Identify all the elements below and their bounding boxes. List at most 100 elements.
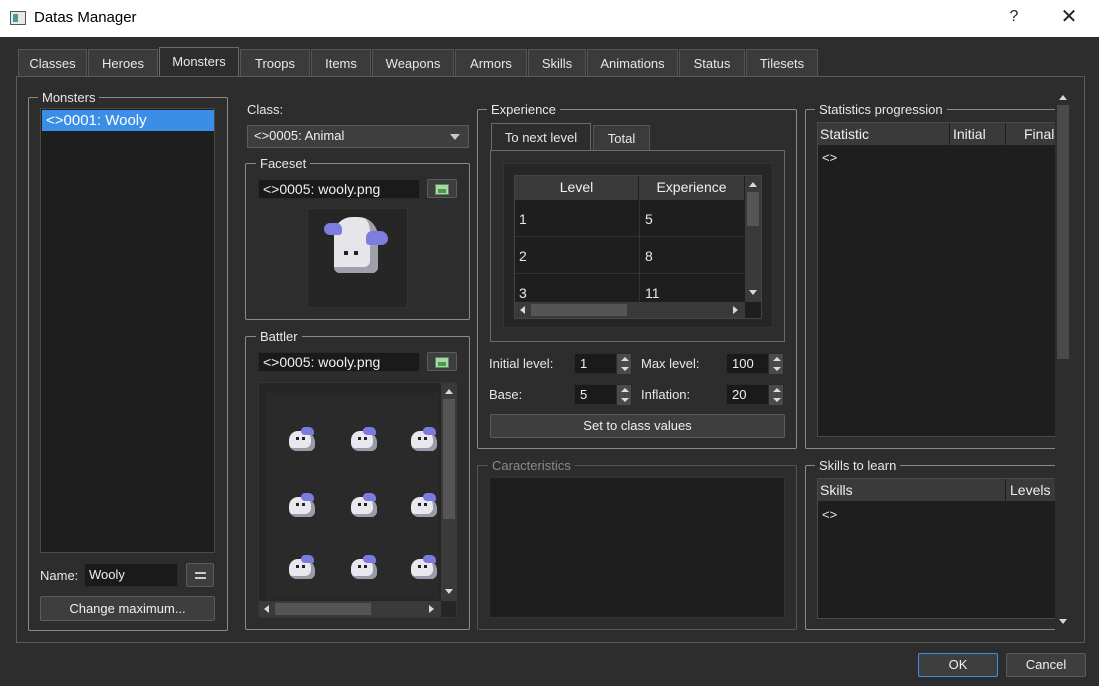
tab-tilesets[interactable]: Tilesets <box>746 49 818 76</box>
level-cell: 3 <box>519 285 527 301</box>
tab-heroes[interactable]: Heroes <box>88 49 158 76</box>
scroll-thumb[interactable] <box>747 192 759 226</box>
tab-skills[interactable]: Skills <box>528 49 586 76</box>
initial-level-label: Initial level: <box>489 356 554 371</box>
translate-icon <box>195 572 206 579</box>
battler-sprite <box>347 489 381 519</box>
column-header-initial[interactable]: Initial <box>950 123 1006 145</box>
monsters-list[interactable]: <>0001: Wooly <box>40 108 215 553</box>
spin-down-icon[interactable] <box>768 395 783 405</box>
close-button[interactable]: ✕ <box>1058 5 1080 29</box>
scroll-down-icon[interactable] <box>1059 619 1067 624</box>
tab-armors[interactable]: Armors <box>455 49 527 76</box>
tab-troops[interactable]: Troops <box>240 49 310 76</box>
tab-to-next-level[interactable]: To next level <box>491 123 591 151</box>
battler-title: Battler <box>256 329 302 344</box>
inflation-spinbox[interactable]: 20 <box>726 384 784 405</box>
column-header-statistic[interactable]: Statistic <box>818 123 950 145</box>
battler-vscroll[interactable] <box>441 383 457 601</box>
column-header-levels[interactable]: Levels <box>1006 479 1056 501</box>
scroll-left-icon[interactable] <box>264 605 269 613</box>
base-spinbox[interactable]: 5 <box>574 384 632 405</box>
base-value: 5 <box>580 387 588 402</box>
table-row[interactable]: 3 11 <box>515 274 745 302</box>
scroll-up-icon[interactable] <box>749 182 757 187</box>
tab-classes[interactable]: Classes <box>18 49 87 76</box>
ok-button[interactable]: OK <box>918 653 998 677</box>
battler-sprite <box>407 423 439 453</box>
translate-button[interactable] <box>186 563 214 587</box>
statistics-title: Statistics progression <box>815 102 947 117</box>
column-header-level[interactable]: Level <box>515 176 639 200</box>
table-row[interactable]: <> <box>822 507 837 522</box>
table-row[interactable]: 2 8 <box>515 237 745 274</box>
window-title: Datas Manager <box>34 9 137 26</box>
change-maximum-button[interactable]: Change maximum... <box>40 596 215 621</box>
table-row[interactable]: <> <box>822 150 837 165</box>
set-class-values-button[interactable]: Set to class values <box>490 414 785 438</box>
spin-up-icon[interactable] <box>616 354 631 364</box>
max-level-value: 100 <box>732 356 754 371</box>
battler-sprite <box>285 423 319 453</box>
initial-level-spinbox[interactable]: 1 <box>574 353 632 374</box>
column-header-final[interactable]: Final <box>1006 123 1056 145</box>
statistics-table[interactable]: Statistic Initial Final <> <box>817 122 1056 437</box>
scroll-right-icon[interactable] <box>429 605 434 613</box>
column-header-experience[interactable]: Experience <box>639 176 745 200</box>
scroll-down-icon[interactable] <box>445 589 453 594</box>
scroll-thumb[interactable] <box>275 603 371 615</box>
tab-status[interactable]: Status <box>679 49 745 76</box>
name-label: Name: <box>40 568 79 583</box>
scroll-left-icon[interactable] <box>520 306 525 314</box>
spin-down-icon[interactable] <box>768 364 783 374</box>
faceset-picker-button[interactable] <box>427 179 457 198</box>
image-icon <box>435 357 449 368</box>
monsters-group-title: Monsters <box>38 90 100 105</box>
scroll-down-icon[interactable] <box>749 290 757 295</box>
inflation-value: 20 <box>732 387 747 402</box>
max-level-spinbox[interactable]: 100 <box>726 353 784 374</box>
battler-sprite <box>285 489 319 519</box>
name-input[interactable]: Wooly <box>84 563 178 587</box>
experience-table[interactable]: Level Experience 1 5 2 8 3 11 <box>514 175 762 319</box>
scroll-right-icon[interactable] <box>733 306 738 314</box>
scroll-up-icon[interactable] <box>445 389 453 394</box>
scroll-thumb[interactable] <box>531 304 627 316</box>
tab-total[interactable]: Total <box>593 125 650 151</box>
main-vscroll[interactable] <box>1055 89 1071 631</box>
table-row[interactable]: 1 5 <box>515 200 745 237</box>
chevron-down-icon <box>450 134 460 140</box>
tab-monsters[interactable]: Monsters <box>159 47 239 77</box>
column-header-skills[interactable]: Skills <box>818 479 1006 501</box>
scroll-thumb[interactable] <box>1057 105 1069 359</box>
faceset-file[interactable]: <>0005: wooly.png <box>258 179 420 199</box>
level-cell: 1 <box>519 211 527 227</box>
scroll-thumb[interactable] <box>443 399 455 519</box>
battler-picker-button[interactable] <box>427 352 457 371</box>
spin-down-icon[interactable] <box>616 395 631 405</box>
battler-sprite <box>407 489 439 519</box>
cancel-button[interactable]: Cancel <box>1006 653 1086 677</box>
image-icon <box>435 184 449 195</box>
skills-table[interactable]: Skills Levels <> <box>817 478 1056 619</box>
battler-sprite <box>347 423 381 453</box>
battler-hscroll[interactable] <box>259 601 441 617</box>
experience-vscroll[interactable] <box>745 176 761 302</box>
class-select[interactable]: <>0005: Animal <box>247 125 469 148</box>
base-label: Base: <box>489 387 523 402</box>
tab-animations[interactable]: Animations <box>587 49 678 76</box>
help-button[interactable]: ? <box>1006 8 1022 26</box>
tab-items[interactable]: Items <box>311 49 371 76</box>
battler-sprite <box>347 551 381 581</box>
experience-title: Experience <box>487 102 561 117</box>
spin-down-icon[interactable] <box>616 364 631 374</box>
spin-up-icon[interactable] <box>616 385 631 395</box>
spin-up-icon[interactable] <box>768 385 783 395</box>
tab-weapons[interactable]: Weapons <box>372 49 454 76</box>
list-item[interactable]: <>0001: Wooly <box>42 110 214 131</box>
experience-hscroll[interactable] <box>515 302 745 318</box>
scroll-up-icon[interactable] <box>1059 95 1067 100</box>
title-bar: Datas Manager ? ✕ <box>0 0 1099 37</box>
battler-file[interactable]: <>0005: wooly.png <box>258 352 420 372</box>
spin-up-icon[interactable] <box>768 354 783 364</box>
